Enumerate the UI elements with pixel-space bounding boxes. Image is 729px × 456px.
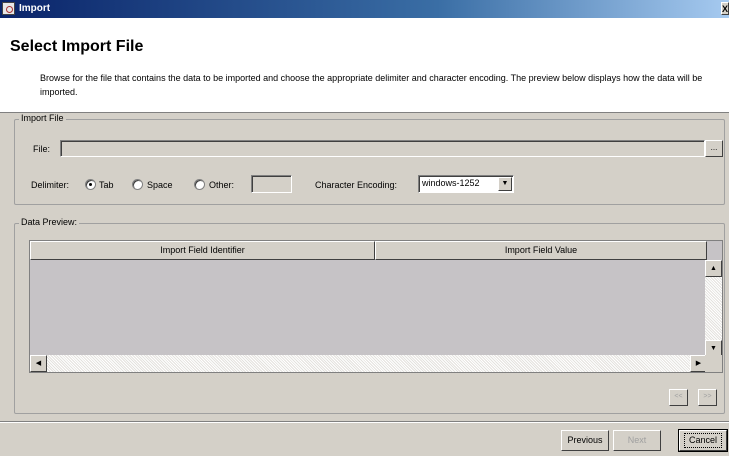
window-title: Import	[19, 3, 51, 14]
import-file-legend: Import File	[19, 113, 66, 123]
previous-button[interactable]: Previous	[561, 430, 609, 451]
import-file-group: Import File	[14, 113, 725, 205]
delimiter-tab-radio[interactable]	[85, 179, 96, 190]
next-button[interactable]: Next	[613, 430, 661, 451]
page-description: Browse for the file that contains the da…	[40, 73, 703, 97]
delimiter-space-label[interactable]: Space	[147, 180, 173, 190]
column-header-value[interactable]: Import Field Value	[375, 241, 707, 260]
other-delimiter-input[interactable]	[251, 175, 292, 193]
delimiter-space-radio[interactable]	[132, 179, 143, 190]
previous-page-button[interactable]: <<	[669, 389, 688, 406]
encoding-value: windows-1252	[422, 178, 480, 188]
arrow-left-icon[interactable]: ◀	[30, 355, 47, 372]
horizontal-scrollbar[interactable]: ◀ ▶	[30, 355, 707, 372]
browse-button[interactable]: ...	[705, 140, 723, 157]
import-app-icon	[2, 2, 15, 15]
delimiter-label: Delimiter:	[31, 180, 70, 190]
scrollbar-corner	[705, 355, 722, 372]
file-path-input[interactable]	[60, 140, 705, 157]
chevron-down-icon[interactable]: ▼	[498, 177, 512, 191]
preview-table[interactable]: Import Field Identifier Import Field Val…	[29, 240, 723, 373]
title-bar: Import X	[0, 0, 729, 18]
cancel-button[interactable]: Cancel	[678, 429, 728, 452]
data-preview-legend: Data Preview:	[19, 217, 80, 227]
delimiter-tab-label[interactable]: Tab	[99, 180, 114, 190]
encoding-label: Character Encoding:	[315, 180, 398, 190]
vertical-scrollbar[interactable]: ▲ ▼	[705, 260, 722, 357]
column-header-identifier[interactable]: Import Field Identifier	[30, 241, 375, 260]
page-title: Select Import File	[10, 38, 144, 55]
delimiter-other-label[interactable]: Other:	[209, 180, 234, 190]
delimiter-other-radio[interactable]	[194, 179, 205, 190]
encoding-select[interactable]: windows-1252 ▼	[418, 175, 514, 193]
file-label: File:	[33, 144, 51, 154]
dialog-header: Select Import File Browse for the file t…	[0, 18, 729, 113]
arrow-up-icon[interactable]: ▲	[705, 260, 722, 277]
next-page-button[interactable]: >>	[698, 389, 717, 406]
close-icon[interactable]: X	[721, 2, 729, 15]
cancel-label: Cancel	[683, 433, 722, 448]
footer-divider	[0, 421, 729, 423]
